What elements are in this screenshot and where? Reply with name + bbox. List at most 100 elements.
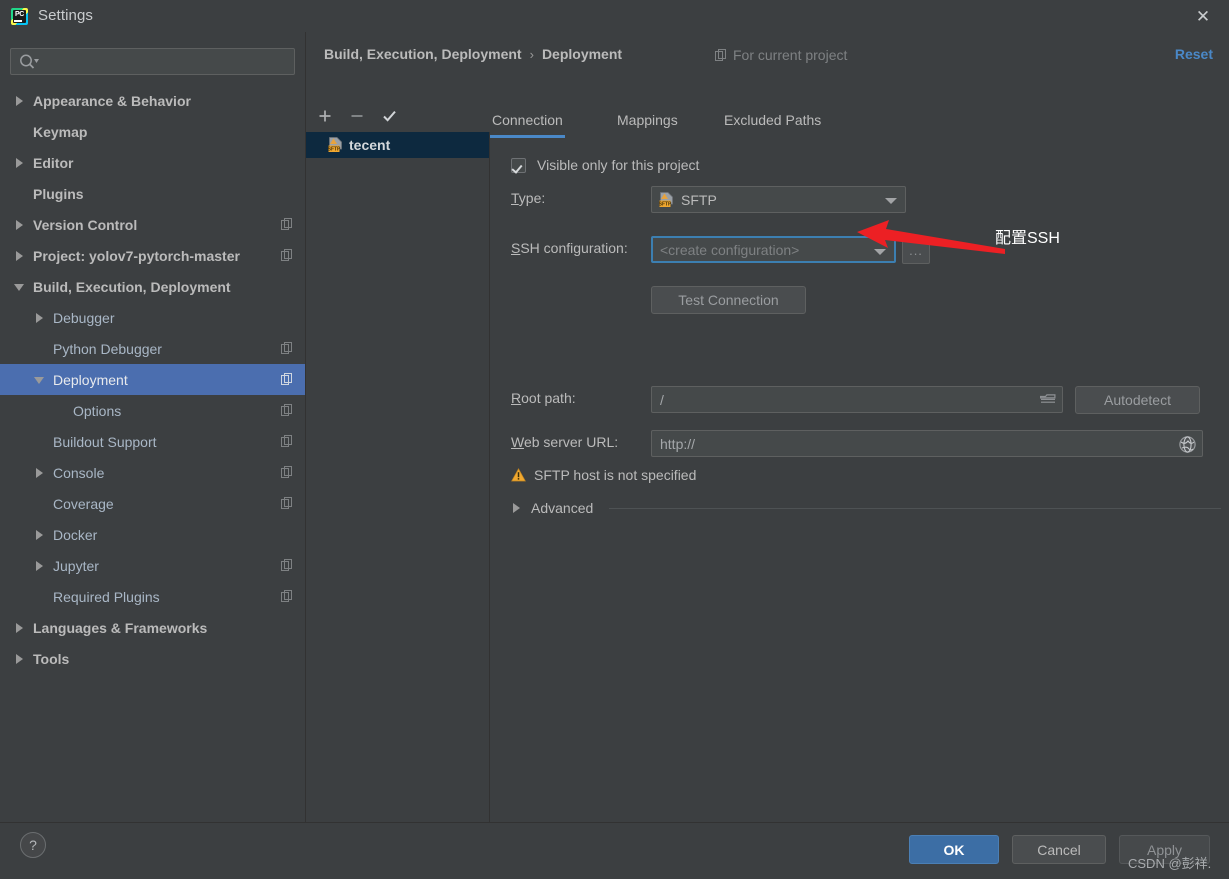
chevron-right-icon[interactable] bbox=[34, 467, 46, 479]
autodetect-button[interactable]: Autodetect bbox=[1075, 386, 1200, 414]
type-label: Type: bbox=[511, 190, 546, 206]
ssh-browse-button[interactable]: ... bbox=[902, 237, 930, 264]
sidebar-item-label: Required Plugins bbox=[53, 588, 160, 605]
copy-icon bbox=[281, 466, 292, 478]
sidebar-item-options[interactable]: Options bbox=[0, 395, 305, 426]
chevron-down-icon bbox=[874, 249, 886, 255]
add-server-button[interactable] bbox=[314, 105, 336, 127]
tab-mappings[interactable]: Mappings bbox=[615, 102, 680, 138]
warning-message: SFTP host is not specified bbox=[511, 467, 696, 483]
breadcrumb-item-0[interactable]: Build, Execution, Deployment bbox=[324, 46, 522, 62]
sidebar-item-label: Editor bbox=[33, 154, 74, 171]
sidebar-item-version-control[interactable]: Version Control bbox=[0, 209, 305, 240]
title-bar: PC Settings ✕ bbox=[0, 0, 1229, 32]
sidebar-item-label: Deployment bbox=[53, 371, 128, 388]
sidebar-item-debugger[interactable]: Debugger bbox=[0, 302, 305, 333]
pycharm-logo-icon: PC bbox=[11, 8, 28, 25]
close-icon[interactable]: ✕ bbox=[1190, 4, 1216, 28]
breadcrumb-item-1: Deployment bbox=[541, 46, 623, 62]
sidebar-item-required-plugins[interactable]: Required Plugins bbox=[0, 581, 305, 612]
advanced-section-toggle[interactable]: Advanced bbox=[511, 500, 1221, 516]
root-path-input[interactable]: / bbox=[651, 386, 1063, 413]
copy-icon bbox=[715, 49, 726, 61]
chevron-right-icon[interactable] bbox=[34, 312, 46, 324]
ssh-configuration-select[interactable]: <create configuration> bbox=[651, 236, 896, 263]
advanced-divider bbox=[609, 507, 1221, 509]
web-server-url-value: http:// bbox=[660, 435, 696, 452]
folder-icon[interactable] bbox=[1040, 393, 1056, 407]
sftp-icon: SFTP bbox=[659, 191, 673, 207]
test-connection-button[interactable]: Test Connection bbox=[651, 286, 806, 314]
visible-only-row[interactable]: Visible only for this project bbox=[511, 157, 699, 173]
sidebar-item-console[interactable]: Console bbox=[0, 457, 305, 488]
sidebar-item-label: Tools bbox=[33, 650, 70, 667]
type-select-value: SFTP bbox=[681, 191, 717, 208]
chevron-down-icon[interactable] bbox=[34, 374, 46, 386]
type-select[interactable]: SFTP SFTP bbox=[651, 186, 906, 213]
list-item[interactable]: SFTP tecent bbox=[306, 132, 489, 158]
sidebar-item-editor[interactable]: Editor bbox=[0, 147, 305, 178]
sidebar-item-label: Keymap bbox=[33, 123, 88, 140]
sidebar-item-keymap[interactable]: Keymap bbox=[0, 116, 305, 147]
annotation-label: 配置SSH bbox=[995, 230, 1060, 247]
globe-icon[interactable] bbox=[1178, 435, 1197, 454]
sidebar-item-docker[interactable]: Docker bbox=[0, 519, 305, 550]
search-input[interactable] bbox=[10, 48, 295, 75]
sidebar-item-label: Python Debugger bbox=[53, 340, 162, 357]
sidebar-item-appearance-behavior[interactable]: Appearance & Behavior bbox=[0, 85, 305, 116]
connection-form: Visible only for this project Type: SFTP… bbox=[491, 138, 1229, 822]
copy-icon bbox=[281, 435, 292, 447]
tab-excluded-paths[interactable]: Excluded Paths bbox=[722, 102, 823, 138]
settings-tree: Appearance & Behavior Keymap Editor Plugins… bbox=[0, 85, 305, 674]
cancel-button[interactable]: Cancel bbox=[1012, 835, 1106, 864]
chevron-right-icon[interactable] bbox=[14, 653, 26, 665]
type-label-row: Type: bbox=[511, 190, 545, 206]
sidebar-item-coverage[interactable]: Coverage bbox=[0, 488, 305, 519]
visible-only-checkbox[interactable] bbox=[511, 157, 526, 173]
chevron-right-icon[interactable] bbox=[14, 157, 26, 169]
sidebar-item-jupyter[interactable]: Jupyter bbox=[0, 550, 305, 581]
server-list: SFTP tecent bbox=[306, 132, 490, 822]
sidebar-item-build-execution-deployment[interactable]: Build, Execution, Deployment bbox=[0, 271, 305, 302]
chevron-right-icon[interactable] bbox=[14, 250, 26, 262]
chevron-right-icon[interactable] bbox=[34, 529, 46, 541]
visible-only-label: Visible only for this project bbox=[537, 157, 700, 173]
sidebar-item-deployment[interactable]: Deployment bbox=[0, 364, 305, 395]
chevron-right-icon[interactable] bbox=[14, 622, 26, 634]
set-default-server-button[interactable] bbox=[378, 105, 400, 127]
sidebar-item-label: Debugger bbox=[53, 309, 115, 326]
chevron-down-icon[interactable] bbox=[14, 281, 26, 293]
settings-sidebar: Appearance & Behavior Keymap Editor Plugins… bbox=[0, 32, 306, 822]
sidebar-item-project-yolov7-pytorch-master[interactable]: Project: yolov7-pytorch-master bbox=[0, 240, 305, 271]
help-button[interactable]: ? bbox=[20, 832, 46, 858]
sidebar-item-label: Version Control bbox=[33, 216, 138, 233]
sidebar-item-python-debugger[interactable]: Python Debugger bbox=[0, 333, 305, 364]
reset-link[interactable]: Reset bbox=[1175, 46, 1213, 62]
web-server-url-input[interactable]: http:// bbox=[651, 430, 1203, 457]
tab-connection[interactable]: Connection bbox=[490, 102, 565, 138]
remove-server-button[interactable] bbox=[346, 105, 368, 127]
ssh-configuration-label: SSH configuration: bbox=[511, 240, 628, 256]
chevron-right-icon[interactable] bbox=[34, 560, 46, 572]
chevron-right-icon[interactable] bbox=[14, 95, 26, 107]
chevron-right-icon bbox=[511, 502, 523, 514]
server-list-toolbar bbox=[306, 100, 490, 132]
chevron-right-icon[interactable] bbox=[14, 219, 26, 231]
sidebar-item-tools[interactable]: Tools bbox=[0, 643, 305, 674]
list-item-label: tecent bbox=[349, 137, 391, 153]
sidebar-item-languages-frameworks[interactable]: Languages & Frameworks bbox=[0, 612, 305, 643]
pycharm-logo-bar bbox=[14, 20, 22, 22]
ok-button[interactable]: OK bbox=[909, 835, 999, 864]
window-title: Settings bbox=[38, 7, 93, 24]
copy-icon bbox=[281, 249, 292, 261]
copy-icon bbox=[281, 342, 292, 354]
sidebar-item-buildout-support[interactable]: Buildout Support bbox=[0, 426, 305, 457]
settings-dialog: PC Settings ✕ Appearance & Behavior Keyma… bbox=[0, 0, 1229, 879]
sidebar-item-plugins[interactable]: Plugins bbox=[0, 178, 305, 209]
tab-label: Connection bbox=[492, 112, 563, 128]
